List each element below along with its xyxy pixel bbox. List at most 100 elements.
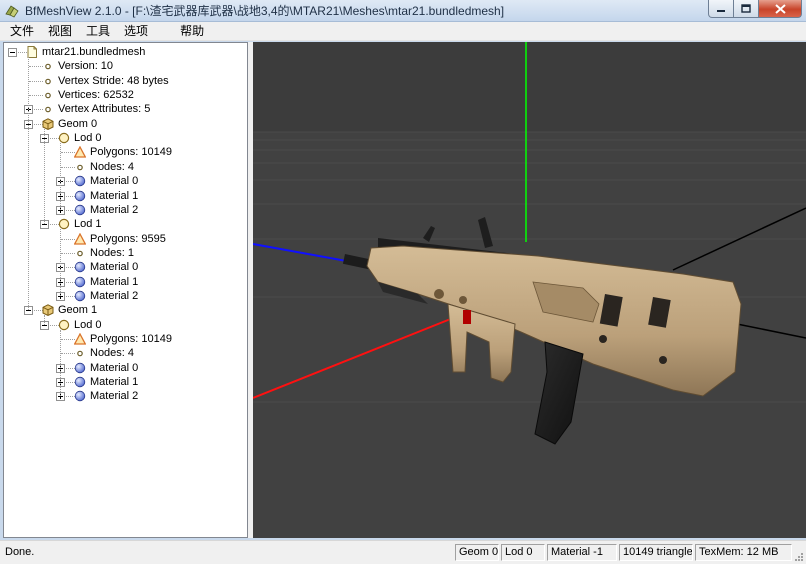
menu-view[interactable]: 视图 [41, 22, 79, 40]
tree-node-geom-1[interactable]: Geom 1 [4, 303, 247, 317]
tree-guide-line [60, 143, 61, 210]
triangle-icon [73, 232, 87, 245]
tree-node-label: Material 0 [90, 175, 139, 188]
tree-node-label: Polygons: 10149 [90, 333, 172, 345]
viewport-scene [253, 42, 806, 538]
3d-viewport[interactable] [253, 42, 806, 538]
tree-connector [29, 66, 43, 68]
dot-icon [42, 89, 54, 101]
tree-node-version-10[interactable]: Version: 10 [4, 59, 247, 73]
tree-node-lod-0[interactable]: Lod 0 [4, 131, 247, 145]
collapse-icon[interactable] [8, 48, 17, 57]
tree-node-label: Material 2 [90, 390, 139, 403]
tree-node-lod-0[interactable]: Lod 0 [4, 318, 247, 332]
tree-connector [61, 339, 75, 340]
tree-node-label: Material 2 [90, 289, 139, 302]
tree-node-label: Lod 0 [74, 132, 102, 145]
tree-guide-line [28, 57, 29, 311]
close-button[interactable] [759, 0, 802, 18]
sphere-icon [74, 175, 86, 187]
tree-node-material-0[interactable]: Material 0 [4, 260, 247, 274]
tree-node-material-1[interactable]: Material 1 [4, 275, 247, 289]
tree-node-material-2[interactable]: Material 2 [4, 289, 247, 303]
tree-node-geom-0[interactable]: Geom 0 [4, 117, 247, 131]
status-material: Material -1 [547, 544, 617, 561]
tree-node-label: Material 1 [90, 275, 139, 288]
menu-tools[interactable]: 工具 [79, 22, 117, 40]
status-geom: Geom 0 [455, 544, 499, 561]
tree-guide-line [44, 128, 45, 225]
tree-node-mtar21-bundledmesh[interactable]: mtar21.bundledmesh [4, 45, 247, 59]
tree-connector [29, 95, 43, 97]
minimize-icon [717, 9, 725, 12]
title-bar[interactable]: BfMeshView 2.1.0 - [F:\渣宅武器库武器\战地3,4的\MT… [0, 0, 806, 22]
tree-connector [61, 166, 75, 168]
status-triangles: 10149 triangles [619, 544, 693, 561]
status-texmem: TexMem: 12 MB [695, 544, 792, 561]
sphere-icon [74, 204, 86, 216]
tree-node-label: Vertices: 62532 [58, 89, 134, 102]
tree-node-polygons-10149[interactable]: Polygons: 10149 [4, 332, 247, 346]
tree-node-material-1[interactable]: Material 1 [4, 375, 247, 389]
minimize-button[interactable] [708, 0, 734, 18]
resize-grip-icon[interactable] [794, 552, 804, 562]
sphere-icon [74, 362, 86, 374]
dot-icon [74, 247, 86, 259]
triangle-icon [73, 146, 87, 159]
close-icon [774, 3, 786, 14]
sphere-icon [74, 261, 86, 273]
tree-node-material-2[interactable]: Material 2 [4, 203, 247, 217]
menu-options[interactable]: 选项 [117, 22, 155, 40]
tree-node-lod-1[interactable]: Lod 1 [4, 217, 247, 231]
tree-node-material-2[interactable]: Material 2 [4, 389, 247, 403]
tree-node-nodes-4[interactable]: Nodes: 4 [4, 346, 247, 360]
menu-file[interactable]: 文件 [3, 22, 41, 40]
tree-node-nodes-4[interactable]: Nodes: 4 [4, 160, 247, 174]
tree-node-label: Polygons: 9595 [90, 232, 166, 245]
sphere-icon [74, 190, 86, 202]
maximize-icon [741, 4, 751, 13]
tree-connector [61, 238, 75, 240]
sphere-icon [74, 290, 86, 302]
tree-node-label: Vertex Attributes: 5 [58, 103, 151, 116]
tree-node-label: Lod 0 [74, 318, 102, 331]
tree-node-polygons-9595[interactable]: Polygons: 9595 [4, 232, 247, 246]
tree-node-label: Material 2 [90, 203, 139, 216]
menu-help[interactable]: 帮助 [173, 22, 211, 40]
sphere-icon [74, 390, 86, 402]
tree-node-vertex-stride-48-bytes[interactable]: Vertex Stride: 48 bytes [4, 74, 247, 88]
status-message: Done. [5, 546, 35, 558]
dot-icon [74, 347, 86, 359]
tree-connector [61, 353, 75, 355]
tree-node-label: Nodes: 1 [90, 246, 135, 259]
tree-guide-line [44, 315, 45, 325]
tree-node-material-0[interactable]: Material 0 [4, 174, 247, 188]
tree-connector [29, 80, 43, 82]
tree-connector [61, 252, 75, 254]
window-controls [708, 0, 802, 18]
tree-node-polygons-10149[interactable]: Polygons: 10149 [4, 145, 247, 159]
tree-node-label: Material 1 [90, 189, 139, 202]
tree-node-material-1[interactable]: Material 1 [4, 189, 247, 203]
tree-node-label: Nodes: 4 [90, 347, 135, 360]
triangle-icon [73, 332, 87, 345]
tree-guide-line [60, 229, 61, 296]
tree-connector [61, 152, 75, 154]
tree-node-material-0[interactable]: Material 0 [4, 361, 247, 375]
app-icon[interactable] [4, 3, 20, 19]
dot-icon [42, 75, 54, 87]
tree-node-label: Material 0 [90, 261, 139, 274]
mesh-tree-view[interactable]: mtar21.bundledmesh Version: 10 Vertex Stri… [3, 42, 248, 538]
tree-node-label: Geom 0 [58, 117, 98, 130]
tree-node-label: Material 1 [90, 376, 139, 389]
tree-node-label: Material 0 [90, 361, 139, 374]
tree-node-label: Polygons: 10149 [90, 146, 172, 159]
sphere-icon [74, 276, 86, 288]
maximize-button[interactable] [734, 0, 759, 18]
tree-node-vertices-62532[interactable]: Vertices: 62532 [4, 88, 247, 102]
tree-guide-line [60, 329, 61, 397]
tree-node-nodes-1[interactable]: Nodes: 1 [4, 246, 247, 260]
dot-icon [42, 103, 54, 115]
tree-node-vertex-attributes-5[interactable]: Vertex Attributes: 5 [4, 102, 247, 116]
tree-node-label: mtar21.bundledmesh [42, 46, 146, 58]
